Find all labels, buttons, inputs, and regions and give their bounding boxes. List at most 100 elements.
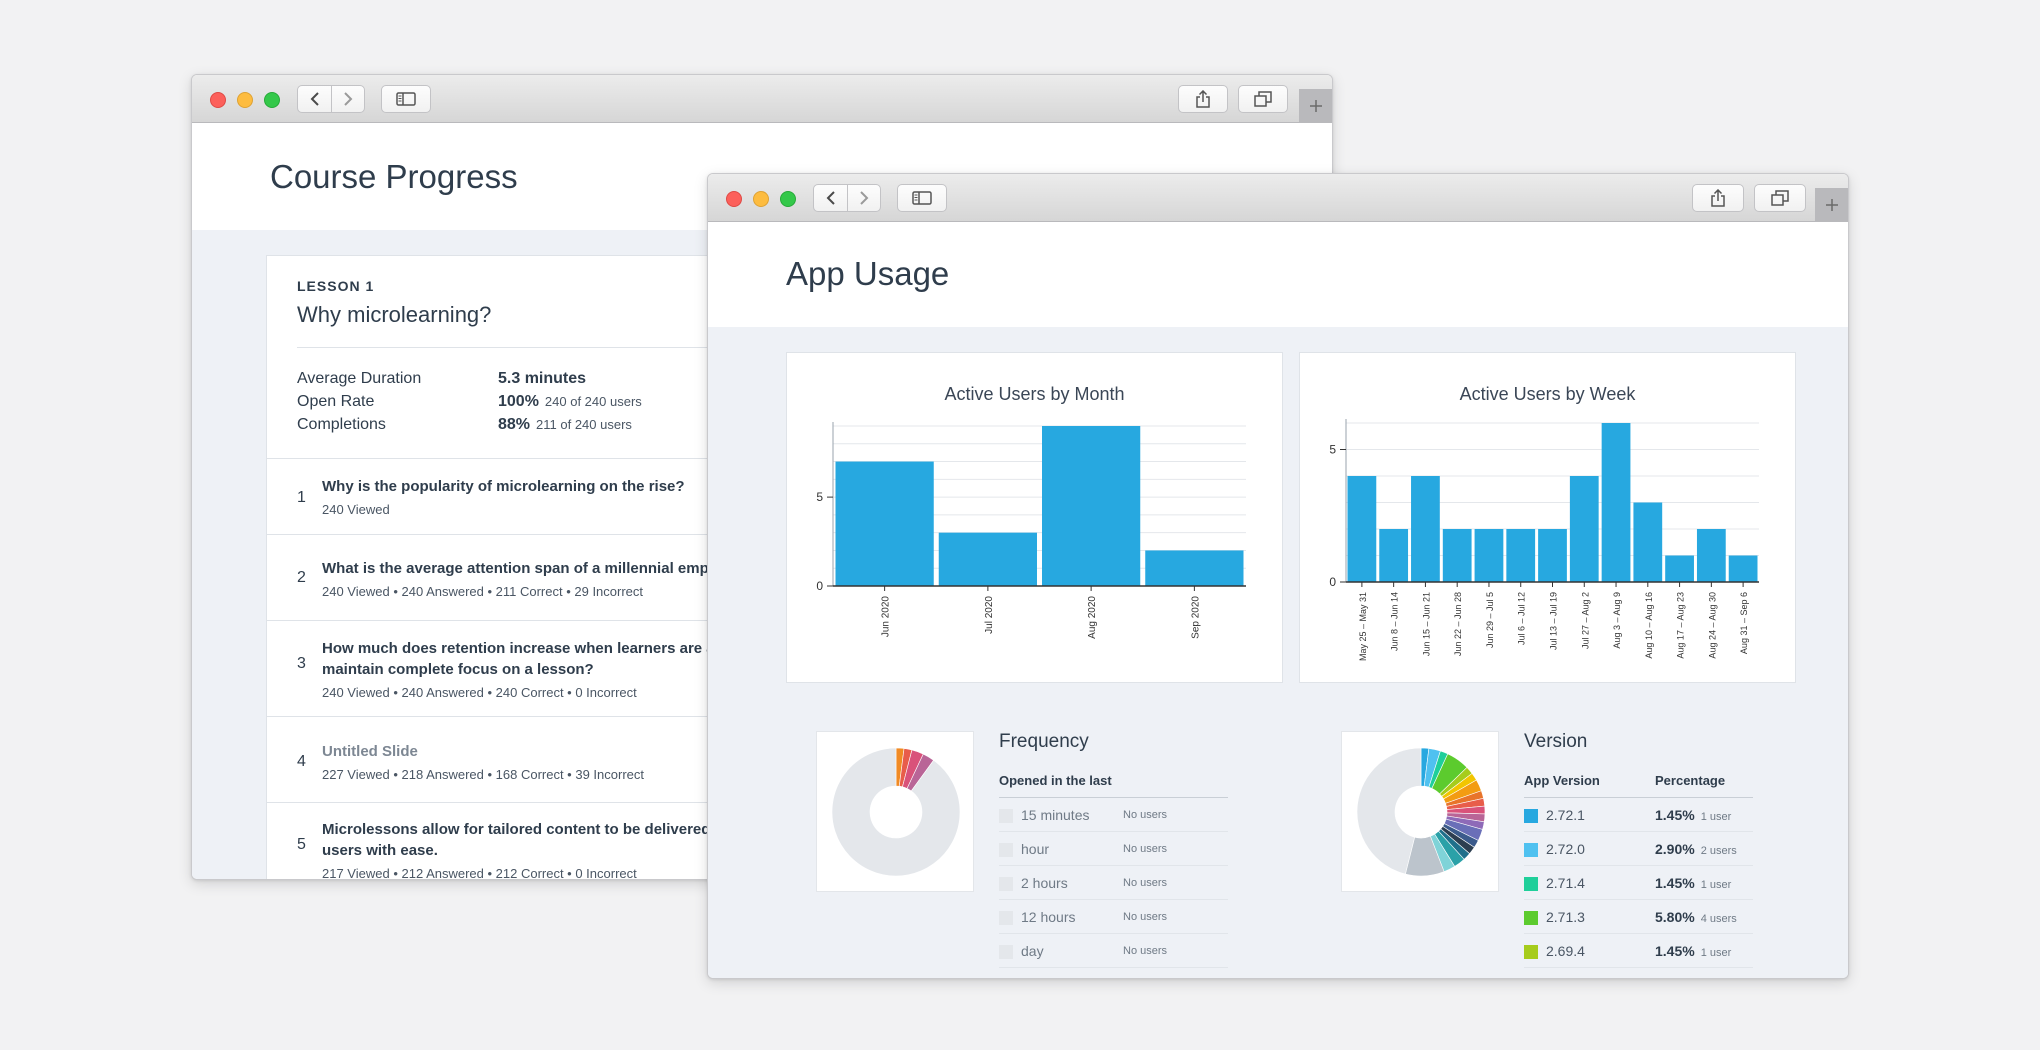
- x-tick-label: Aug 31 – Sep 6: [1739, 592, 1749, 654]
- question-meta: 217 Viewed • 212 Answered • 212 Correct …: [322, 866, 637, 880]
- minimize-window-button[interactable]: [237, 92, 253, 108]
- stat-label: Open Rate: [297, 393, 375, 410]
- page-title: App Usage: [786, 255, 950, 292]
- sidebar-toggle-button[interactable]: [897, 184, 947, 212]
- chevron-right-icon: [860, 191, 869, 205]
- legend-swatch: [1524, 911, 1538, 925]
- version-row: 2.72.1 1.45% 1 user: [1524, 798, 1753, 832]
- version-percentage: 5.80%: [1655, 909, 1695, 925]
- back-button[interactable]: [298, 86, 331, 112]
- legend-swatch: [999, 945, 1013, 959]
- version-percentage: 1.45%: [1655, 943, 1695, 959]
- question-meta: 240 Viewed • 240 Answered • 240 Correct …: [322, 685, 637, 700]
- stat-detail: 211 of 240 users: [536, 417, 632, 432]
- history-nav: [297, 85, 365, 113]
- x-tick-label: Aug 10 – Aug 16: [1644, 592, 1654, 659]
- frequency-row: 12 hours No users: [999, 900, 1228, 934]
- frequency-donut-chart: [831, 747, 961, 877]
- legend-swatch: [999, 843, 1013, 857]
- version-users: 1 user: [1700, 811, 1732, 823]
- version-label: 2.69.4: [1546, 943, 1585, 959]
- page-header: App Usage: [708, 223, 1848, 327]
- version-label: 2.72.0: [1546, 841, 1585, 857]
- bar: [1569, 476, 1599, 582]
- bar: [1633, 502, 1663, 582]
- app-usage-window: App Usage Active Users by Month 0 5 Jun 20…: [707, 173, 1849, 979]
- share-button[interactable]: [1178, 85, 1228, 113]
- frequency-users: No users: [1123, 945, 1168, 957]
- frequency-users: No users: [1123, 843, 1168, 855]
- y-tick-label: 5: [816, 490, 823, 504]
- question-number: 3: [297, 655, 306, 672]
- back-button[interactable]: [814, 185, 847, 211]
- percentage-column-header: Percentage: [1655, 773, 1726, 788]
- version-users: 1 user: [1700, 879, 1732, 891]
- sidebar-toggle-button[interactable]: [381, 85, 431, 113]
- chart-card-month: Active Users by Month 0 5 Jun 2020 Jul 2020…: [786, 352, 1283, 683]
- share-icon: [1711, 189, 1725, 207]
- tabs-overview-button[interactable]: [1238, 85, 1288, 113]
- frequency-row: 15 minutes No users: [999, 798, 1228, 832]
- bar: [1474, 529, 1504, 582]
- new-tab-button[interactable]: [1299, 89, 1332, 123]
- x-tick-label: Aug 17 – Aug 23: [1676, 592, 1686, 659]
- bar: [1696, 529, 1726, 582]
- zoom-window-button[interactable]: [264, 92, 280, 108]
- stat-average-duration: Average Duration 5.3 minutes: [297, 370, 586, 388]
- legend-swatch: [1524, 809, 1538, 823]
- bar-chart-month: 0 5 Jun 2020 Jul 2020 Aug 2020 Sep 2020: [816, 422, 1246, 639]
- question-meta: 240 Viewed: [322, 502, 390, 517]
- bar: [1042, 426, 1141, 586]
- tabs-icon: [1771, 190, 1789, 206]
- close-window-button[interactable]: [726, 191, 742, 207]
- stat-label: Average Duration: [297, 370, 422, 387]
- question-number: 5: [297, 836, 306, 853]
- chevron-left-icon: [310, 92, 319, 106]
- tabs-overview-button[interactable]: [1754, 184, 1806, 212]
- bar: [1347, 476, 1377, 582]
- question-meta: 227 Viewed • 218 Answered • 168 Correct …: [322, 767, 644, 782]
- frequency-label: 2 hours: [1021, 875, 1068, 891]
- bar: [1411, 476, 1440, 582]
- frequency-row: 2 hours No users: [999, 866, 1228, 900]
- minimize-window-button[interactable]: [753, 191, 769, 207]
- version-label: 2.71.3: [1546, 909, 1585, 925]
- frequency-users: No users: [1123, 877, 1168, 889]
- tabs-icon: [1254, 91, 1272, 107]
- frequency-label: hour: [1021, 841, 1050, 857]
- y-tick-label: 5: [1329, 443, 1336, 457]
- bar: [1506, 529, 1536, 582]
- version-percentage: 1.45%: [1655, 875, 1695, 891]
- y-tick-label: 0: [1329, 575, 1336, 589]
- bar: [1442, 529, 1472, 582]
- x-tick-label: May 25 – May 31: [1358, 592, 1368, 661]
- x-tick-label: Jun 8 – Jun 14: [1390, 592, 1400, 651]
- app-usage-page: App Usage Active Users by Month 0 5 Jun 20…: [708, 223, 1848, 978]
- close-window-button[interactable]: [210, 92, 226, 108]
- frequency-row: day No users: [999, 934, 1228, 968]
- frequency-row: hour No users: [999, 832, 1228, 866]
- frequency-label: 12 hours: [1021, 909, 1076, 925]
- stat-open-rate: Open Rate 100% 240 of 240 users: [297, 393, 642, 411]
- x-tick-label: Jul 2020: [984, 596, 995, 634]
- version-row: 2.69.4 1.45% 1 user: [1524, 934, 1753, 968]
- donut-slice: [831, 747, 961, 877]
- bar: [1665, 555, 1694, 582]
- question-meta: 240 Viewed • 240 Answered • 211 Correct …: [322, 584, 644, 599]
- legend-swatch: [999, 809, 1013, 823]
- plus-icon: [1309, 100, 1322, 112]
- x-tick-label: Jun 2020: [881, 596, 892, 638]
- forward-button[interactable]: [331, 86, 364, 112]
- new-tab-button[interactable]: [1815, 188, 1848, 222]
- stat-value: 100%: [498, 393, 539, 410]
- forward-button[interactable]: [847, 185, 880, 211]
- version-percentage: 1.45%: [1655, 807, 1695, 823]
- bar: [835, 461, 934, 586]
- share-button[interactable]: [1692, 184, 1744, 212]
- legend-swatch: [1524, 843, 1538, 857]
- bar: [1728, 555, 1758, 582]
- x-tick-label: Aug 3 – Aug 9: [1612, 592, 1622, 649]
- x-tick-label: Jun 29 – Jul 5: [1485, 592, 1495, 648]
- zoom-window-button[interactable]: [780, 191, 796, 207]
- version-users: 1 user: [1700, 947, 1732, 959]
